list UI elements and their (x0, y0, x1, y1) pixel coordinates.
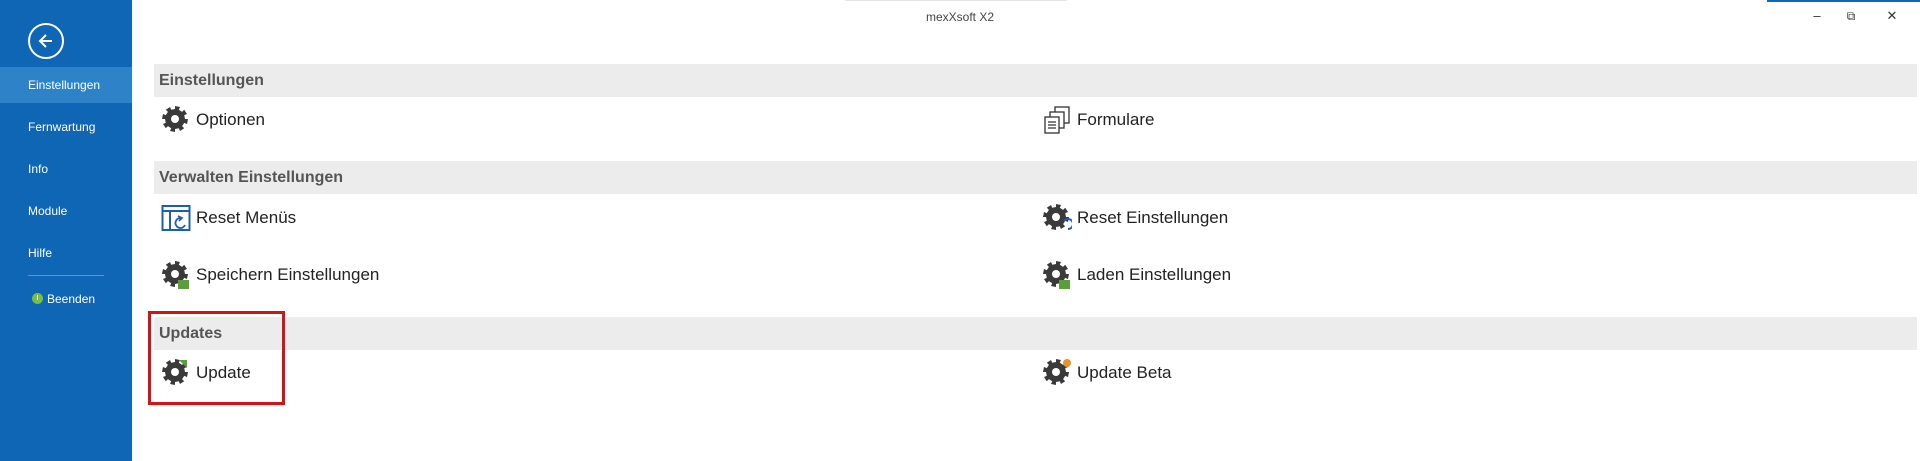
speichern-einstellungen-button[interactable]: Speichern Einstellungen (161, 259, 379, 291)
sidebar-item-hilfe[interactable]: Hilfe (0, 235, 132, 271)
update-beta-label: Update Beta (1077, 363, 1172, 382)
minimize-button[interactable]: – (1802, 6, 1832, 26)
update-beta-button[interactable]: Update Beta (1042, 357, 1172, 389)
reset-menu-icon (161, 203, 191, 233)
highlight-box (148, 311, 285, 405)
sidebar-item-info[interactable]: Info (0, 151, 132, 187)
gear-save-icon (161, 260, 191, 290)
sidebar-item-module[interactable]: Module (0, 193, 132, 229)
laden-einstellungen-button[interactable]: Laden Einstellungen (1042, 259, 1231, 291)
restore-button[interactable]: ⧉ (1836, 6, 1866, 26)
sidebar-item-einstellungen[interactable]: Einstellungen (0, 67, 132, 103)
close-button[interactable]: ✕ (1877, 6, 1907, 26)
sidebar-item-fernwartung[interactable]: Fernwartung (0, 109, 132, 145)
formulare-label: Formulare (1077, 110, 1155, 129)
backstage-sidebar: Einstellungen Fernwartung Info Module Hi… (0, 0, 132, 461)
speichern-einstellungen-label: Speichern Einstellungen (196, 265, 380, 284)
optionen-button[interactable]: Optionen (161, 104, 265, 136)
gear-beta-icon (1042, 358, 1072, 388)
back-button[interactable] (28, 23, 64, 59)
power-icon (32, 293, 43, 304)
section-header-updates: Updates (154, 317, 1917, 350)
title-bar-accent (1767, 0, 1920, 2)
section-header-verwalten: Verwalten Einstellungen (154, 161, 1917, 194)
reset-menus-button[interactable]: Reset Menüs (161, 202, 296, 234)
title-bar-highlight (845, 0, 1067, 1)
reset-menus-label: Reset Menüs (196, 208, 297, 227)
window-title: mexXsoft X2 (925, 10, 995, 24)
gear-load-icon (1042, 260, 1072, 290)
quit-button[interactable]: Beenden (0, 281, 132, 317)
reset-einstellungen-label: Reset Einstellungen (1077, 208, 1229, 227)
laden-einstellungen-label: Laden Einstellungen (1077, 265, 1232, 284)
sidebar-divider (28, 275, 104, 276)
section-header-einstellungen: Einstellungen (154, 64, 1917, 97)
formulare-button[interactable]: Formulare (1042, 104, 1154, 136)
arrow-left-icon (38, 34, 52, 48)
reset-einstellungen-button[interactable]: Reset Einstellungen (1042, 202, 1228, 234)
forms-icon (1042, 105, 1072, 135)
gear-icon (161, 105, 191, 135)
optionen-label: Optionen (196, 110, 265, 129)
quit-label: Beenden (47, 292, 96, 306)
gear-reset-icon (1042, 203, 1074, 233)
